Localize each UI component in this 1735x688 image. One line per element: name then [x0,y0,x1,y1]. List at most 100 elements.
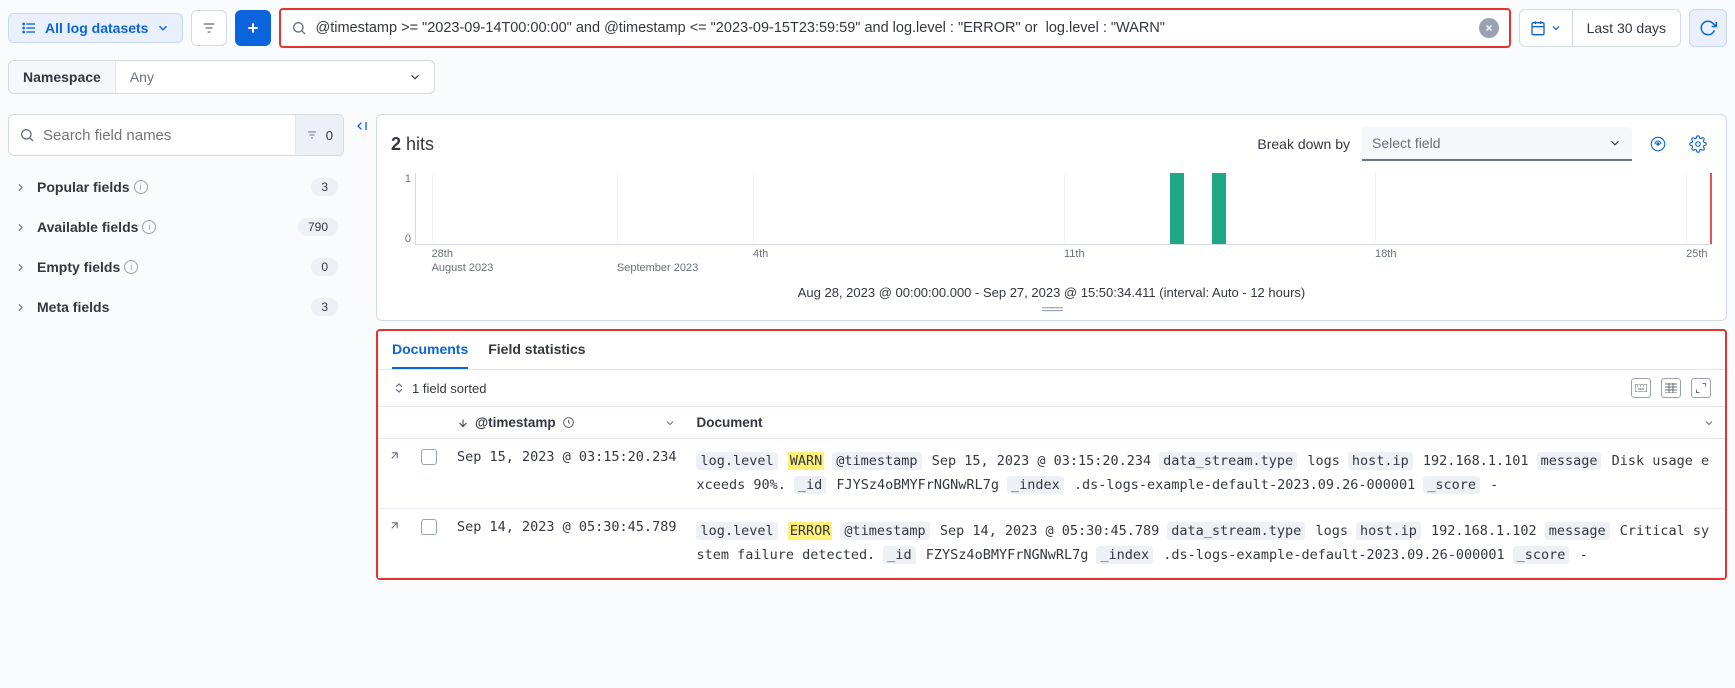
field-value: logs [1315,523,1348,539]
histogram-bar[interactable] [1212,173,1226,244]
chevron-right-icon [14,261,27,274]
add-filter-button[interactable] [235,10,271,46]
namespace-label: Namespace [9,61,116,93]
breakdown-label: Break down by [1257,136,1350,152]
field-value: ERROR [788,522,833,540]
category-label: Available fieldsi [37,219,288,235]
field-key: _score [1423,476,1480,494]
field-value: 192.168.1.102 [1431,523,1537,539]
result-tabs: Documents Field statistics [378,331,1725,370]
category-count: 3 [311,298,338,316]
chevron-down-icon [396,61,434,93]
fullscreen-icon[interactable] [1691,378,1711,398]
row-timestamp: Sep 15, 2023 @ 03:15:20.234 [447,439,686,509]
row-checkbox[interactable] [421,519,437,535]
query-input[interactable] [315,20,1470,36]
density-icon[interactable] [1661,378,1681,398]
field-key: log.level [696,452,777,470]
sort-label[interactable]: 1 field sorted [412,381,486,396]
tab-documents[interactable]: Documents [392,341,468,369]
resize-handle[interactable]: ══ [377,306,1726,320]
field-key: @timestamp [832,452,921,470]
field-category[interactable]: Meta fields 3 [8,290,344,324]
field-value: Sep 14, 2023 @ 05:30:45.789 [940,523,1159,539]
namespace-value: Any [116,61,396,93]
category-count: 790 [298,218,338,236]
field-key: _id [794,476,826,494]
tab-field-statistics[interactable]: Field statistics [488,341,585,369]
namespace-selector[interactable]: Namespace Any [8,60,435,94]
y-axis: 10 [391,173,411,245]
date-picker-quick-button[interactable] [1519,9,1573,47]
list-icon [21,20,37,36]
x-tick: 28th [432,248,453,260]
category-count: 3 [311,178,338,196]
chevron-right-icon [14,221,27,234]
field-value: FJYSz4oBMYFrNGNwRL7g [836,477,999,493]
histogram-chart[interactable]: 10 28thAugust 2023September 20234th11th1… [391,173,1712,263]
documents-panel: Documents Field statistics 1 field sorte… [376,329,1727,580]
top-bar: All log datasets Last 30 days [0,0,1735,56]
field-filter-count-value: 0 [326,128,333,143]
main-area: 0 Popular fieldsi 3 Available fieldsi 79… [0,106,1735,580]
field-search: 0 [8,114,344,156]
field-value: 192.168.1.101 [1423,453,1529,469]
content-area: 2 hits Break down by Select field 10 [376,106,1735,580]
dataset-label: All log datasets [45,20,148,36]
sort-bar: 1 field sorted [378,370,1725,406]
filter-icon [306,129,318,141]
column-document[interactable]: Document [686,407,1725,439]
field-key: data_stream.type [1159,452,1297,470]
query-bar [279,8,1510,48]
column-timestamp[interactable]: @timestamp [447,407,686,439]
chevron-right-icon [14,301,27,314]
x-tick: 25th [1686,248,1707,260]
time-cursor [1710,173,1712,244]
field-key: @timestamp [840,522,929,540]
x-tick: 18th [1375,248,1396,260]
histogram-bar[interactable] [1170,173,1184,244]
field-filter-count[interactable]: 0 [295,115,343,155]
panel-header: 2 hits Break down by Select field [377,115,1726,173]
row-timestamp: Sep 14, 2023 @ 05:30:45.789 [447,508,686,578]
category-label: Empty fieldsi [37,259,301,275]
field-key: host.ip [1356,522,1421,540]
search-icon [291,20,307,36]
category-label: Meta fields [37,299,301,315]
field-value: logs [1307,453,1340,469]
date-range-button[interactable]: Last 30 days [1573,9,1681,47]
field-search-input[interactable] [43,127,295,144]
x-tick-sub: September 2023 [617,262,698,274]
edit-visualization-button[interactable] [1644,130,1672,158]
category-count: 0 [311,258,338,276]
refresh-button[interactable] [1689,9,1727,47]
x-tick-sub: August 2023 [432,262,494,274]
info-icon: i [124,260,138,274]
field-category[interactable]: Empty fieldsi 0 [8,250,344,284]
table-row: Sep 14, 2023 @ 05:30:45.789 log.level ER… [378,508,1725,578]
chart-caption: Aug 28, 2023 @ 00:00:00.000 - Sep 27, 20… [377,263,1726,306]
field-key: _score [1513,546,1570,564]
field-category[interactable]: Available fieldsi 790 [8,210,344,244]
chart-settings-button[interactable] [1684,130,1712,158]
collapse-sidebar-button[interactable] [352,106,376,134]
field-key: message [1537,452,1602,470]
filter-toggle-button[interactable] [191,10,227,46]
expand-row-button[interactable] [378,439,411,509]
clear-query-button[interactable] [1479,18,1499,38]
field-key: data_stream.type [1167,522,1305,540]
histogram-panel: 2 hits Break down by Select field 10 [376,114,1727,321]
chevron-right-icon [14,181,27,194]
breakdown-select[interactable]: Select field [1362,127,1632,161]
field-category[interactable]: Popular fieldsi 3 [8,170,344,204]
dataset-selector[interactable]: All log datasets [8,13,183,43]
keyboard-icon[interactable] [1631,378,1651,398]
field-value: - [1580,547,1588,563]
field-value: .ds-logs-example-default-2023.09.26-0000… [1074,477,1415,493]
info-icon: i [142,220,156,234]
expand-row-button[interactable] [378,508,411,578]
breakdown-placeholder: Select field [1372,135,1440,151]
field-key: _id [883,546,915,564]
field-key: _index [1096,546,1153,564]
row-checkbox[interactable] [421,449,437,465]
